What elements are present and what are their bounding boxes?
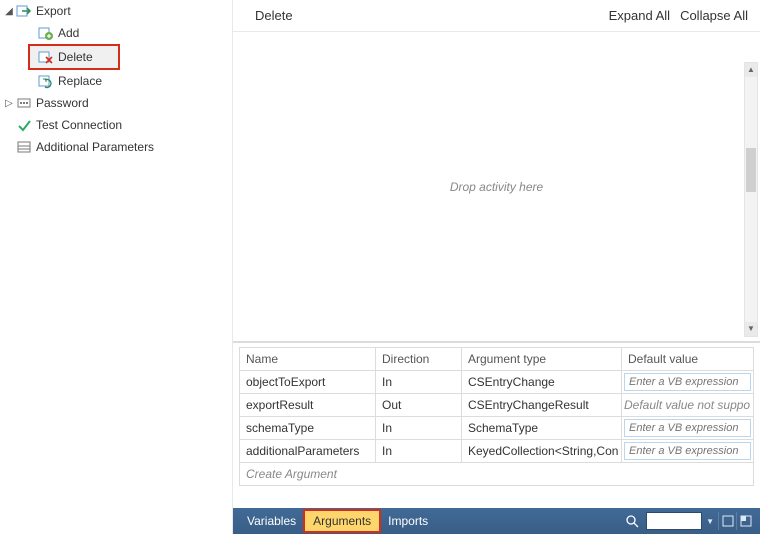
tree-item-password[interactable]: ▷ Password [0,92,232,114]
password-icon [16,95,32,111]
expand-arrow-icon[interactable]: ◢ [2,6,16,17]
table-row[interactable]: additionalParametersInKeyedCollection<St… [240,440,754,463]
designer-surface[interactable]: Drop activity here ▲ ▼ [233,32,760,342]
arguments-table: Name Direction Argument type Default val… [239,347,754,486]
collapse-arrow-icon[interactable]: ▷ [2,98,16,109]
tree-label: Delete [58,50,93,64]
arg-default[interactable]: Default value not suppo [622,394,754,417]
arg-default[interactable] [622,440,754,463]
replace-icon [38,73,54,89]
col-default[interactable]: Default value [622,348,754,371]
designer-toolbar: Delete Expand All Collapse All [233,0,760,32]
arg-default[interactable] [622,371,754,394]
tree-panel: ◢ Export Add Delete Replace ▷ Password [0,0,232,534]
arg-direction[interactable]: In [376,371,462,394]
arg-name[interactable]: objectToExport [240,371,376,394]
tree-item-replace[interactable]: Replace [0,70,232,92]
overview-icon[interactable] [736,512,754,530]
arguments-panel: Name Direction Argument type Default val… [233,342,760,490]
table-row[interactable]: exportResultOutCSEntryChangeResultDefaul… [240,394,754,417]
collapse-all-button[interactable]: Collapse All [680,8,748,23]
breadcrumb-title[interactable]: Delete [255,8,293,23]
right-panel: Delete Expand All Collapse All Drop acti… [232,0,760,534]
expand-all-button[interactable]: Expand All [609,8,670,23]
drop-hint: Drop activity here [450,180,543,194]
tree-label: Replace [58,74,102,88]
tree-label: Password [36,96,89,110]
tree-item-delete[interactable]: Delete [30,46,118,68]
arg-name[interactable]: exportResult [240,394,376,417]
tree-label: Test Connection [36,118,122,132]
default-value-input[interactable] [624,442,751,460]
arg-type[interactable]: SchemaType [462,417,622,440]
create-argument-label: Create Argument [240,463,754,486]
delete-highlight-box: Delete [28,44,120,70]
arg-default[interactable] [622,417,754,440]
export-icon [16,3,32,19]
scroll-up-icon[interactable]: ▲ [745,63,757,77]
col-direction[interactable]: Direction [376,348,462,371]
arg-name[interactable]: schemaType [240,417,376,440]
arg-type[interactable]: KeyedCollection<String,Con [462,440,622,463]
fit-to-screen-icon[interactable] [718,512,736,530]
zoom-input[interactable] [646,512,702,530]
table-row[interactable]: objectToExportInCSEntryChange [240,371,754,394]
tree-item-export[interactable]: ◢ Export [0,0,232,22]
default-value-input[interactable] [624,419,751,437]
arg-name[interactable]: additionalParameters [240,440,376,463]
default-value-static: Default value not suppo [624,398,751,412]
check-icon [16,117,32,133]
default-value-input[interactable] [624,373,751,391]
tree-label: Additional Parameters [36,140,154,154]
tree-label: Export [36,4,71,18]
vertical-scrollbar[interactable]: ▲ ▼ [744,62,758,337]
tree-item-test-connection[interactable]: Test Connection [0,114,232,136]
arg-type[interactable]: CSEntryChange [462,371,622,394]
tab-arguments[interactable]: Arguments [304,510,380,532]
tree-item-additional-parameters[interactable]: Additional Parameters [0,136,232,158]
table-header-row: Name Direction Argument type Default val… [240,348,754,371]
col-type[interactable]: Argument type [462,348,622,371]
scroll-thumb[interactable] [746,148,756,192]
tab-imports[interactable]: Imports [380,511,436,531]
table-row[interactable]: schemaTypeInSchemaType [240,417,754,440]
arg-direction[interactable]: Out [376,394,462,417]
bottom-bar: Variables Arguments Imports ▼ [233,508,760,534]
arg-direction[interactable]: In [376,440,462,463]
create-argument-row[interactable]: Create Argument [240,463,754,486]
delete-icon [38,49,54,65]
arg-type[interactable]: CSEntryChangeResult [462,394,622,417]
tree-item-add[interactable]: Add [0,22,232,44]
tree-label: Add [58,26,79,40]
search-icon[interactable] [624,513,640,529]
parameters-icon [16,139,32,155]
add-icon [38,25,54,41]
dropdown-arrow-icon[interactable]: ▼ [706,517,714,526]
tab-variables[interactable]: Variables [239,511,304,531]
arg-direction[interactable]: In [376,417,462,440]
col-name[interactable]: Name [240,348,376,371]
scroll-down-icon[interactable]: ▼ [745,322,757,336]
